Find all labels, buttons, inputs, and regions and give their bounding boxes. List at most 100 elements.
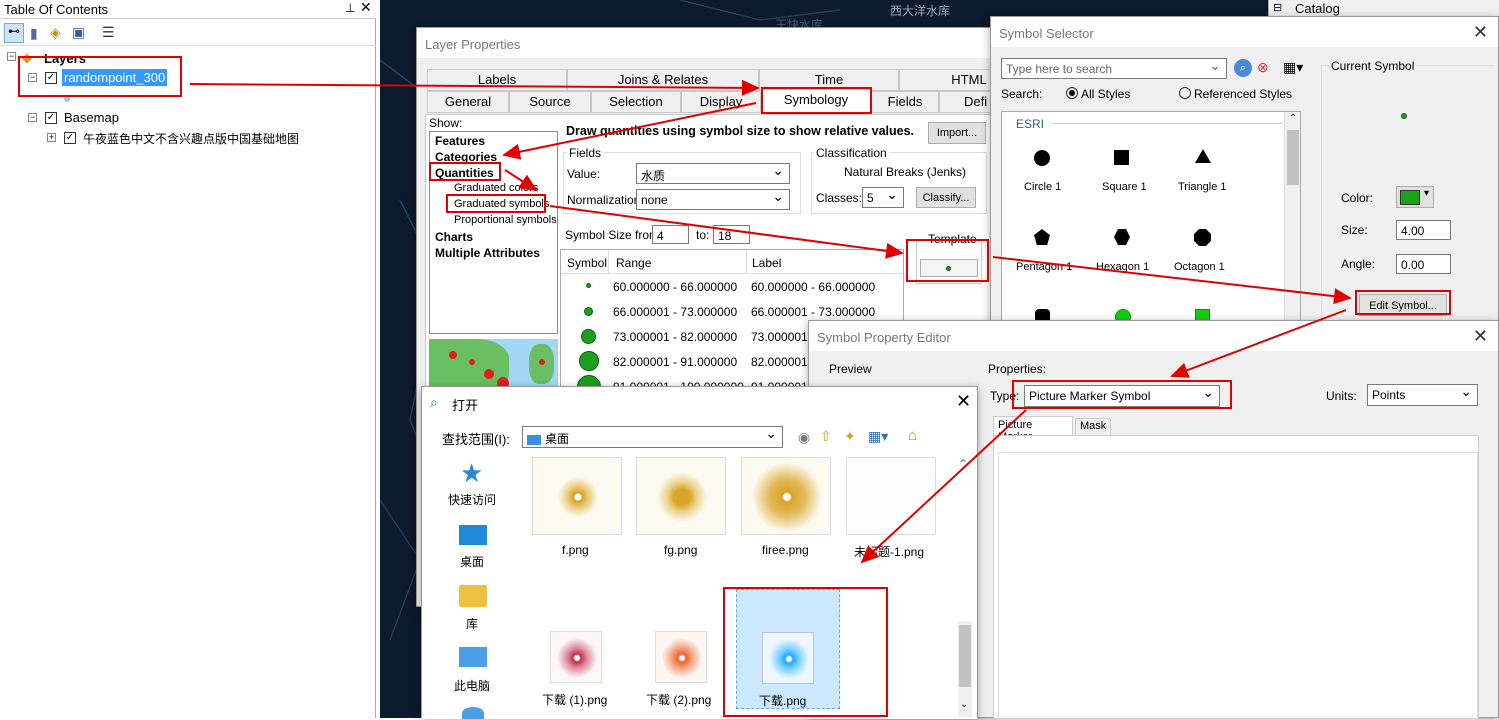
symbol-circle-label[interactable]: Circle 1 bbox=[1024, 181, 1061, 193]
all-styles-label[interactable]: All Styles bbox=[1081, 87, 1130, 101]
file-thumb-fg[interactable] bbox=[636, 457, 726, 535]
network-icon[interactable] bbox=[462, 707, 484, 719]
tab-joins-relates[interactable]: Joins & Relates bbox=[567, 69, 759, 91]
file-thumb-f[interactable] bbox=[532, 457, 622, 535]
new-folder-icon[interactable]: ✦ bbox=[844, 428, 856, 445]
quick-access-icon[interactable]: ★ bbox=[460, 458, 483, 489]
file-thumb-download2[interactable] bbox=[655, 631, 707, 683]
scroll-thumb[interactable] bbox=[1287, 130, 1299, 185]
back-icon[interactable]: ◉ bbox=[798, 429, 810, 446]
file-name-fg[interactable]: fg.png bbox=[664, 543, 697, 557]
classes-select[interactable]: 5 bbox=[862, 187, 904, 208]
basemap-child-label[interactable]: 午夜蓝色中文不含兴趣点版中国基础地图 bbox=[83, 130, 299, 147]
catalog-icon[interactable]: ⊟ bbox=[1273, 1, 1282, 14]
symbol-hexagon-label[interactable]: Hexagon 1 bbox=[1096, 261, 1149, 273]
basemap-child-checkbox[interactable]: ✓ bbox=[64, 132, 76, 144]
triangle-icon[interactable] bbox=[1195, 149, 1211, 163]
normalization-select[interactable]: none bbox=[636, 189, 790, 210]
tab-picture-marker[interactable]: Picture Marker bbox=[993, 416, 1073, 443]
symbol-octagon-label[interactable]: Octagon 1 bbox=[1174, 261, 1225, 273]
up-folder-icon[interactable]: ⇧ bbox=[820, 428, 832, 445]
file-name-download2[interactable]: 下载 (2).png bbox=[646, 691, 711, 708]
library-icon[interactable] bbox=[459, 585, 487, 607]
list-by-source-icon[interactable]: ▮ bbox=[30, 25, 38, 42]
size-input[interactable]: 4.00 bbox=[1396, 220, 1451, 240]
gallery-scrollbar[interactable]: ⌃ bbox=[1284, 112, 1300, 326]
col-symbol-header[interactable]: Symbol bbox=[567, 256, 607, 270]
view-menu-icon[interactable]: ▦▾ bbox=[868, 428, 888, 445]
col-range-header[interactable]: Range bbox=[616, 256, 651, 270]
tab-labels[interactable]: Labels bbox=[427, 69, 567, 91]
collapse-chevron-icon[interactable]: ⌃ bbox=[958, 457, 968, 471]
all-styles-radio[interactable] bbox=[1066, 87, 1078, 99]
view-options-icon[interactable]: ▦▾ bbox=[1283, 59, 1303, 76]
tab-source[interactable]: Source bbox=[509, 91, 591, 113]
class-symbol-2[interactable] bbox=[584, 307, 593, 316]
tab-selection[interactable]: Selection bbox=[591, 91, 681, 113]
close-icon[interactable]: ✕ bbox=[360, 0, 372, 16]
pin-icon[interactable]: ⊥ bbox=[345, 1, 355, 15]
show-item-charts[interactable]: Charts bbox=[435, 230, 473, 244]
hexagon-icon[interactable] bbox=[1114, 229, 1130, 245]
options-icon[interactable]: ☰ bbox=[102, 24, 115, 41]
symbol-size-from-input[interactable]: 4 bbox=[652, 225, 689, 244]
place-desktop[interactable]: 桌面 bbox=[460, 553, 484, 570]
pentagon-icon[interactable] bbox=[1034, 229, 1050, 245]
show-item-multiple-attributes[interactable]: Multiple Attributes bbox=[435, 246, 540, 260]
square-icon[interactable] bbox=[1114, 150, 1129, 165]
show-item-proportional-symbols[interactable]: Proportional symbols bbox=[454, 214, 557, 226]
symbol-size-to-input[interactable]: 18 bbox=[713, 225, 750, 244]
circle-icon[interactable] bbox=[1034, 150, 1050, 166]
scroll-up-icon[interactable]: ⌃ bbox=[1289, 113, 1297, 124]
scroll-down-icon[interactable]: ⌄ bbox=[960, 699, 968, 710]
referenced-styles-label[interactable]: Referenced Styles bbox=[1194, 87, 1292, 101]
clear-search-icon[interactable]: ⊗ bbox=[1257, 59, 1269, 76]
basemap-collapse-icon[interactable]: − bbox=[28, 113, 37, 122]
tab-general[interactable]: General bbox=[427, 91, 509, 113]
scroll-thumb[interactable] bbox=[959, 625, 971, 687]
basemap-label[interactable]: Basemap bbox=[64, 110, 119, 125]
search-icon[interactable]: ⌕ bbox=[1234, 59, 1252, 77]
units-select[interactable]: Points bbox=[1367, 384, 1478, 406]
class-symbol-4[interactable] bbox=[579, 351, 599, 371]
show-item-features[interactable]: Features bbox=[435, 134, 485, 148]
catalog-title[interactable]: Catalog bbox=[1295, 1, 1340, 16]
class-symbol-3[interactable] bbox=[581, 329, 596, 344]
computer-icon[interactable] bbox=[459, 647, 487, 667]
value-select[interactable]: 水质 bbox=[636, 163, 790, 184]
color-picker-button[interactable]: ▾ bbox=[1396, 186, 1434, 208]
file-name-f[interactable]: f.png bbox=[562, 543, 589, 557]
place-library[interactable]: 库 bbox=[466, 615, 478, 632]
symbol-pentagon-label[interactable]: Pentagon 1 bbox=[1016, 261, 1072, 273]
tab-display[interactable]: Display bbox=[681, 91, 761, 113]
file-name-firee[interactable]: firee.png bbox=[762, 543, 809, 557]
col-label-header[interactable]: Label bbox=[752, 256, 781, 270]
classify-button[interactable]: Classify... bbox=[916, 187, 976, 208]
list-by-visibility-icon[interactable]: ◈ bbox=[50, 24, 61, 41]
class-symbol-1[interactable] bbox=[586, 283, 591, 288]
home-icon[interactable]: ⌂ bbox=[908, 427, 917, 444]
file-thumb-firee[interactable] bbox=[741, 457, 831, 535]
file-thumb-untitled[interactable] bbox=[846, 457, 936, 535]
table-row[interactable]: 60.000000 - 66.000000 60.000000 - 66.000… bbox=[561, 274, 903, 299]
octagon-icon[interactable] bbox=[1194, 229, 1211, 246]
symbol-triangle-label[interactable]: Triangle 1 bbox=[1178, 181, 1227, 193]
symbol-search-input[interactable]: Type here to search bbox=[1001, 58, 1227, 79]
file-name-download1[interactable]: 下载 (1).png bbox=[542, 691, 607, 708]
file-list-scrollbar[interactable]: ⌄ bbox=[958, 621, 972, 717]
desktop-icon[interactable] bbox=[459, 525, 487, 545]
close-icon[interactable]: ✕ bbox=[1473, 326, 1488, 347]
look-in-select[interactable]: 桌面 bbox=[522, 426, 783, 448]
close-icon[interactable]: ✕ bbox=[1473, 22, 1488, 43]
file-thumb-download1[interactable] bbox=[550, 631, 602, 683]
place-quick-access[interactable]: 快速访问 bbox=[448, 491, 496, 508]
place-this-pc[interactable]: 此电脑 bbox=[454, 677, 490, 694]
list-by-selection-icon[interactable]: ▣ bbox=[72, 24, 85, 41]
angle-input[interactable]: 0.00 bbox=[1396, 254, 1451, 274]
close-icon[interactable]: ✕ bbox=[956, 391, 971, 412]
basemap-checkbox[interactable]: ✓ bbox=[45, 112, 57, 124]
show-item-graduated-colors[interactable]: Graduated colors bbox=[454, 182, 538, 194]
tab-mask[interactable]: Mask bbox=[1075, 418, 1111, 436]
tab-fields[interactable]: Fields bbox=[871, 91, 939, 113]
symbol-square-label[interactable]: Square 1 bbox=[1102, 181, 1147, 193]
